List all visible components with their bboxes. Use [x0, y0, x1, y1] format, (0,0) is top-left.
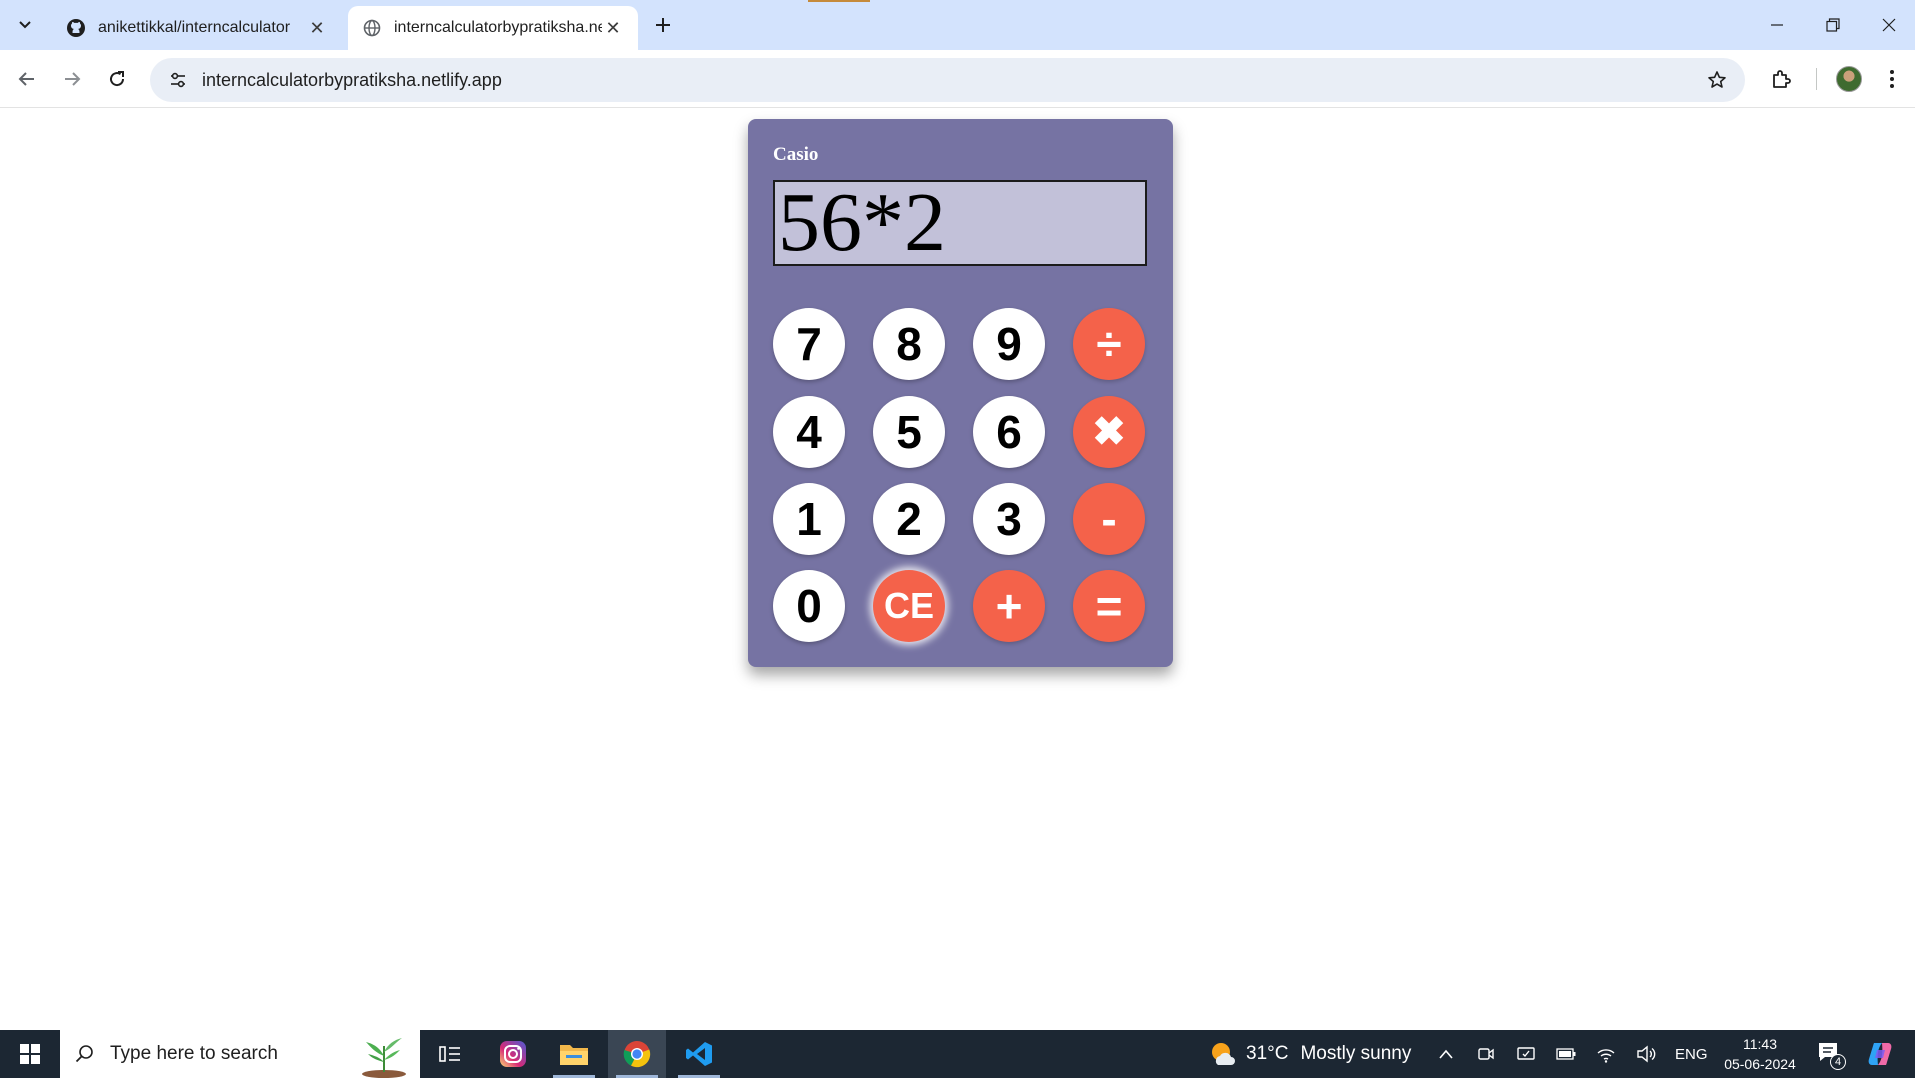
key-5[interactable]: 5 [873, 396, 945, 468]
arrow-left-icon [18, 72, 34, 86]
show-hidden-icons-button[interactable] [1434, 1042, 1458, 1066]
key-3[interactable]: 3 [973, 483, 1045, 555]
volume-icon[interactable] [1634, 1042, 1658, 1066]
chevron-up-icon [1439, 1049, 1453, 1059]
display-icon[interactable] [1514, 1042, 1538, 1066]
vscode-app[interactable] [670, 1030, 728, 1078]
vscode-icon [686, 1042, 712, 1066]
forward-button[interactable] [55, 62, 89, 96]
tab-calculator[interactable]: interncalculatorbypratiksha.netlify.app … [348, 6, 638, 50]
equals-button[interactable]: = [1073, 570, 1145, 642]
tab-strip: anikettikkal/interncalculator ✕ internca… [0, 0, 1915, 50]
toolbar-divider [1816, 68, 1817, 90]
site-settings-icon[interactable] [156, 58, 200, 102]
meet-now-icon[interactable] [1474, 1042, 1498, 1066]
key-2[interactable]: 2 [873, 483, 945, 555]
notification-center-button[interactable]: 4 [1816, 1040, 1846, 1070]
tab-title: anikettikkal/interncalculator [98, 19, 291, 36]
input-language[interactable]: ENG [1675, 1030, 1708, 1078]
search-icon [60, 1030, 110, 1078]
notification-badge: 4 [1830, 1054, 1846, 1070]
tab-search-button[interactable] [10, 10, 40, 40]
copilot-button[interactable] [1850, 1030, 1910, 1078]
partly-sunny-icon [1208, 1039, 1238, 1069]
minimize-button[interactable] [1754, 8, 1800, 42]
minimize-icon [1771, 24, 1783, 26]
instagram-app[interactable] [484, 1030, 542, 1078]
taskbar: Type here to search 31°C Mostly sunny EN… [0, 1030, 1915, 1078]
system-clock[interactable]: 11:43 05-06-2024 [1718, 1034, 1802, 1074]
wifi-icon[interactable] [1594, 1042, 1618, 1066]
reload-icon [110, 71, 125, 87]
weather-temperature: 31°C [1246, 1043, 1289, 1064]
weather-widget[interactable]: 31°C Mostly sunny [1208, 1030, 1411, 1078]
weather-condition: Mostly sunny [1300, 1043, 1412, 1064]
plus-icon [656, 18, 670, 32]
bookmark-star-icon[interactable] [1695, 58, 1739, 102]
start-button[interactable] [0, 1030, 60, 1078]
add-button[interactable]: + [973, 570, 1045, 642]
extensions-button[interactable] [1764, 62, 1798, 96]
task-view-button[interactable] [421, 1030, 479, 1078]
search-placeholder: Type here to search [110, 1043, 278, 1064]
key-1[interactable]: 1 [773, 483, 845, 555]
close-icon [1882, 18, 1896, 32]
tab-github[interactable]: anikettikkal/interncalculator ✕ [52, 6, 342, 50]
folder-icon [560, 1045, 588, 1065]
key-9[interactable]: 9 [973, 308, 1045, 380]
task-view-icon [439, 1046, 460, 1062]
profile-avatar[interactable] [1836, 66, 1862, 92]
key-4[interactable]: 4 [773, 396, 845, 468]
divide-button[interactable]: ÷ [1073, 308, 1145, 380]
tab-strip-accent [808, 0, 870, 2]
globe-icon [362, 18, 382, 38]
chrome-app[interactable] [608, 1030, 666, 1078]
restore-icon [1826, 18, 1840, 32]
clock-date: 05-06-2024 [1724, 1056, 1796, 1072]
key-0[interactable]: 0 [773, 570, 845, 642]
reload-button[interactable] [100, 62, 134, 96]
calculator: Casio 56*2 7 8 9 ÷ 4 5 6 ✖ 1 2 3 - 0 CE … [748, 119, 1173, 667]
subtract-button[interactable]: - [1073, 483, 1145, 555]
multiply-button[interactable]: ✖ [1073, 396, 1145, 468]
arrow-right-icon [65, 72, 81, 86]
file-explorer-app[interactable] [545, 1030, 603, 1078]
instagram-icon [500, 1041, 526, 1067]
back-button[interactable] [10, 62, 44, 96]
calculator-display: 56*2 [773, 180, 1147, 266]
key-8[interactable]: 8 [873, 308, 945, 380]
clear-entry-button[interactable]: CE [873, 570, 945, 642]
more-vertical-icon [1890, 70, 1894, 88]
browser-menu-button[interactable] [1875, 62, 1909, 96]
puzzle-icon [1773, 70, 1791, 88]
tab-title: interncalculatorbypratiksha.netlify.app [394, 19, 602, 36]
address-bar[interactable]: interncalculatorbypratiksha.netlify.app [150, 58, 1745, 102]
plant-illustration-icon [362, 1038, 406, 1078]
chrome-icon [623, 1041, 651, 1068]
github-icon [66, 18, 86, 38]
windows-icon [20, 1044, 40, 1064]
clock-time: 11:43 [1743, 1036, 1777, 1052]
close-icon[interactable]: ✕ [306, 17, 328, 39]
restore-button[interactable] [1810, 8, 1856, 42]
close-icon[interactable]: ✕ [602, 17, 624, 39]
chevron-down-icon [19, 21, 31, 29]
copilot-icon [1868, 1043, 1892, 1065]
calculator-brand: Casio [773, 144, 819, 165]
new-tab-button[interactable] [650, 12, 676, 38]
key-6[interactable]: 6 [973, 396, 1045, 468]
taskbar-search-box[interactable]: Type here to search [60, 1030, 420, 1078]
key-7[interactable]: 7 [773, 308, 845, 380]
url-text[interactable]: interncalculatorbypratiksha.netlify.app [202, 70, 1695, 91]
display-value: 56*2 [778, 180, 946, 266]
close-window-button[interactable] [1866, 8, 1912, 42]
battery-icon[interactable] [1554, 1042, 1578, 1066]
